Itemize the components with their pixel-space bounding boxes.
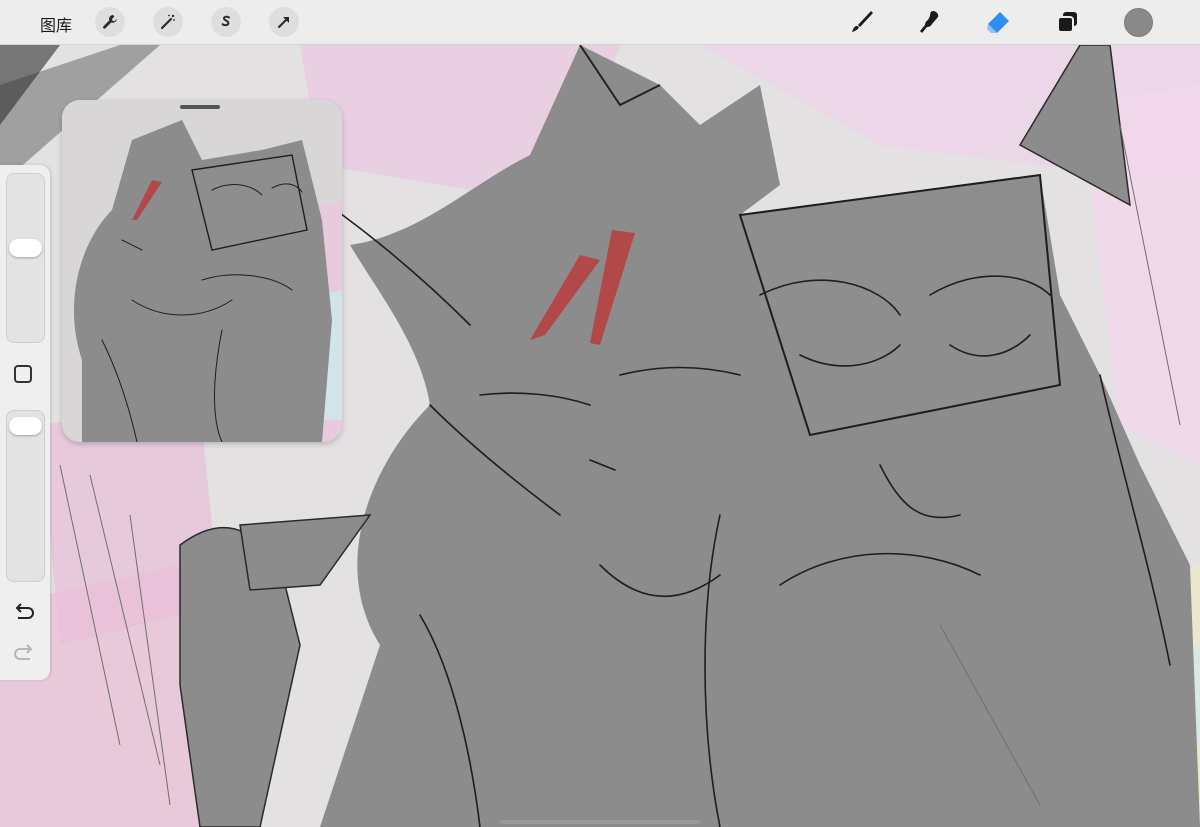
layers-tool[interactable] <box>1052 6 1084 38</box>
smudge-icon <box>920 11 939 33</box>
redo-icon <box>14 644 33 660</box>
home-indicator[interactable] <box>500 820 700 824</box>
color-button[interactable] <box>1122 6 1154 38</box>
brush-icon <box>852 11 873 32</box>
smudge-tool[interactable] <box>913 6 945 38</box>
wrench-icon <box>103 15 117 29</box>
reference-window[interactable] <box>62 100 342 442</box>
eraser-icon <box>987 12 1009 33</box>
eraser-tool[interactable] <box>981 6 1013 38</box>
sidebar <box>0 165 50 680</box>
gallery-button[interactable]: 图库 <box>40 12 72 36</box>
redo-button[interactable] <box>12 643 36 665</box>
selection-s-icon <box>221 15 230 27</box>
undo-icon <box>15 603 34 619</box>
undo-button[interactable] <box>12 602 36 624</box>
selection-button[interactable] <box>211 7 241 37</box>
transform-button[interactable] <box>269 7 299 37</box>
magic-wand-icon <box>160 14 175 30</box>
adjustments-button[interactable] <box>153 7 183 37</box>
layers-icon <box>1057 12 1077 33</box>
reference-drag-handle[interactable] <box>180 105 220 109</box>
brush-size-knob[interactable] <box>9 239 42 257</box>
transform-arrow-icon <box>278 17 289 28</box>
brush-size-slider[interactable] <box>6 173 45 343</box>
actions-button[interactable] <box>95 7 125 37</box>
top-toolbar: 图库 <box>0 0 1200 45</box>
color-swatch <box>1123 7 1153 37</box>
modify-button[interactable] <box>14 365 32 383</box>
opacity-slider[interactable] <box>6 410 45 582</box>
reference-thumbnail <box>62 100 342 442</box>
brush-tool[interactable] <box>845 6 877 38</box>
opacity-knob[interactable] <box>9 417 42 435</box>
